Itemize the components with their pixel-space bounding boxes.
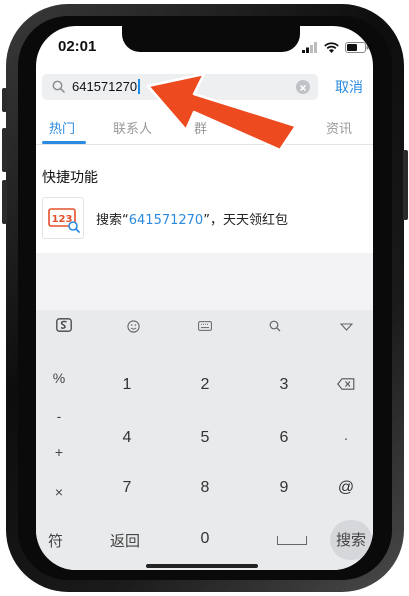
status-time: 02:01	[58, 38, 97, 55]
quick-search-link[interactable]: 搜索“641571270”，天天领红包	[96, 209, 288, 228]
key-dot[interactable]: .	[331, 427, 361, 443]
backspace-icon[interactable]	[337, 378, 355, 390]
key-4[interactable]: 4	[107, 429, 147, 447]
key-8[interactable]: 8	[185, 479, 225, 497]
status-bar: 02:01	[36, 26, 373, 68]
collapse-keyboard-icon[interactable]	[340, 323, 353, 331]
signal-icon	[302, 42, 317, 53]
key-0[interactable]: 0	[185, 530, 225, 548]
tab-life-accounts[interactable]: 生活号	[248, 118, 287, 137]
tab-news[interactable]: 资讯	[326, 118, 352, 137]
key-2[interactable]: 2	[185, 376, 225, 394]
tab-bar: 热门 联系人 群 生活号 资讯	[36, 110, 373, 145]
key-minus[interactable]: -	[44, 408, 74, 424]
search-input[interactable]: 641571270	[42, 74, 318, 100]
clear-x-icon	[299, 84, 307, 92]
sogou-logo-icon[interactable]	[56, 318, 72, 332]
search-query: 641571270	[72, 79, 141, 94]
notch	[122, 26, 300, 52]
screen: 02:01 641571270 取消 热门 联系人 群 生活号 资讯 快捷功能 …	[36, 26, 373, 570]
key-at[interactable]: @	[326, 479, 366, 497]
quick-functions-section: 快捷功能 123 搜索“641571270”，天天领红包	[36, 145, 373, 253]
tab-groups[interactable]: 群	[194, 118, 207, 137]
key-percent[interactable]: %	[44, 370, 74, 386]
key-3[interactable]: 3	[264, 376, 304, 394]
keyboard-switch-icon[interactable]	[198, 321, 212, 331]
cancel-button[interactable]: 取消	[335, 77, 363, 97]
key-5[interactable]: 5	[185, 429, 225, 447]
quick-search-query: 641571270	[128, 213, 204, 228]
number-search-icon[interactable]: 123	[42, 197, 84, 239]
keyboard-toolbar	[36, 310, 373, 340]
space-key[interactable]	[277, 536, 307, 545]
volume-up-button	[2, 128, 7, 172]
tab-hot[interactable]: 热门	[49, 118, 75, 137]
power-button	[403, 150, 408, 220]
numeric-keyboard: % - + × 1 2 3 4 5 6 7 8 9 . @ 符 返回 0 搜索	[36, 310, 373, 570]
keyboard-search-button[interactable]: 搜索	[330, 520, 372, 560]
keyboard-search-icon[interactable]	[269, 320, 281, 332]
search-query-text: 641571270	[72, 79, 138, 94]
empty-area	[36, 253, 373, 310]
key-1[interactable]: 1	[107, 376, 147, 394]
key-9[interactable]: 9	[264, 479, 304, 497]
battery-icon	[345, 42, 369, 53]
number-search-graphic: 123	[48, 208, 80, 233]
active-tab-indicator	[42, 141, 86, 144]
status-icons	[302, 41, 369, 53]
volume-down-button	[2, 180, 7, 224]
key-multiply[interactable]: ×	[44, 484, 74, 500]
quick-search-suffix: ”，天天领红包	[203, 213, 288, 228]
key-7[interactable]: 7	[107, 479, 147, 497]
key-plus[interactable]: +	[44, 444, 74, 460]
key-6[interactable]: 6	[264, 429, 304, 447]
text-caret	[138, 79, 141, 94]
symbols-key[interactable]: 符	[48, 530, 63, 551]
silent-switch	[2, 88, 7, 112]
emoji-icon[interactable]	[127, 320, 140, 333]
back-key[interactable]: 返回	[110, 530, 140, 551]
quick-search-prefix: 搜索“	[96, 213, 129, 228]
section-title: 快捷功能	[42, 170, 98, 186]
wifi-icon	[324, 42, 339, 53]
clear-icon[interactable]	[296, 80, 310, 94]
home-indicator	[146, 564, 258, 568]
tab-contacts[interactable]: 联系人	[113, 118, 152, 137]
search-icon	[52, 80, 65, 93]
